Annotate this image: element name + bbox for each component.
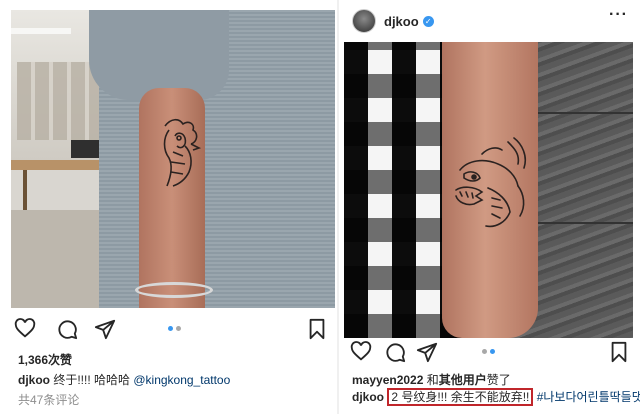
shirt-sleeve [89, 10, 229, 100]
liked-by: mayyen2022 和其他用户赞了 [352, 371, 511, 388]
rooster-tattoo [163, 118, 202, 187]
panel-divider [337, 0, 339, 414]
bookmark-icon[interactable] [306, 318, 328, 340]
caption-username[interactable]: djkoo [352, 390, 384, 404]
view-comments-link[interactable]: 共47条评论 [18, 391, 79, 408]
verified-badge-icon: ✓ [422, 15, 434, 27]
post-photo[interactable] [344, 42, 633, 338]
like-count[interactable]: 1,366次赞 [18, 351, 72, 368]
caption: djkoo 2 号纹身!!! 余生不能放弃!! #나보다어린틀딱들댓글사절 [352, 388, 640, 406]
carousel-dot [482, 349, 487, 354]
heart-icon[interactable] [350, 341, 372, 363]
carousel-dot-active [168, 326, 173, 331]
ceiling-light [11, 28, 71, 34]
liked-by-suffix: 赞了 [486, 373, 511, 387]
carousel-dots [482, 349, 495, 354]
carousel-dot-active [490, 349, 495, 354]
post-photo[interactable] [11, 10, 335, 308]
bookmark-icon[interactable] [608, 341, 630, 363]
bracelet [135, 282, 213, 298]
action-bar [14, 318, 330, 342]
more-icon[interactable]: ··· [609, 6, 628, 24]
share-icon[interactable] [94, 318, 116, 340]
share-icon[interactable] [416, 341, 438, 363]
post-header: djkoo ✓ [352, 8, 434, 34]
comment-icon[interactable] [56, 318, 78, 340]
carousel-dots [168, 326, 181, 331]
left-post: 1,366次赞 djkoo 终于!!!! 哈哈哈 @kingkong_tatto… [0, 0, 336, 414]
comment-icon[interactable] [384, 341, 406, 363]
action-bar [350, 341, 634, 365]
dragon-tattoo [455, 137, 527, 228]
caption-text: 终于!!!! 哈哈哈 [50, 373, 134, 387]
right-post: djkoo ✓ ··· mayyen2022 和其他用户赞了 djkoo 2 号… [340, 0, 640, 414]
liked-by-username[interactable]: mayyen2022 [352, 373, 423, 387]
caption-hashtag[interactable]: #나보다어린틀딱들댓글사절 [537, 390, 640, 404]
caption-mention[interactable]: @kingkong_tattoo [133, 373, 230, 387]
header-username[interactable]: djkoo [384, 14, 419, 29]
caption: djkoo 终于!!!! 哈哈哈 @kingkong_tattoo [18, 371, 230, 388]
heart-icon[interactable] [14, 318, 36, 340]
caption-username[interactable]: djkoo [18, 373, 50, 387]
liked-by-and: 和 [423, 373, 439, 387]
avatar[interactable] [352, 9, 376, 33]
caption-highlighted-text: 2 号纹身!!! 余生不能放弃!! [387, 388, 534, 406]
carousel-dot [176, 326, 181, 331]
liked-by-others[interactable]: 其他用户 [439, 373, 487, 387]
